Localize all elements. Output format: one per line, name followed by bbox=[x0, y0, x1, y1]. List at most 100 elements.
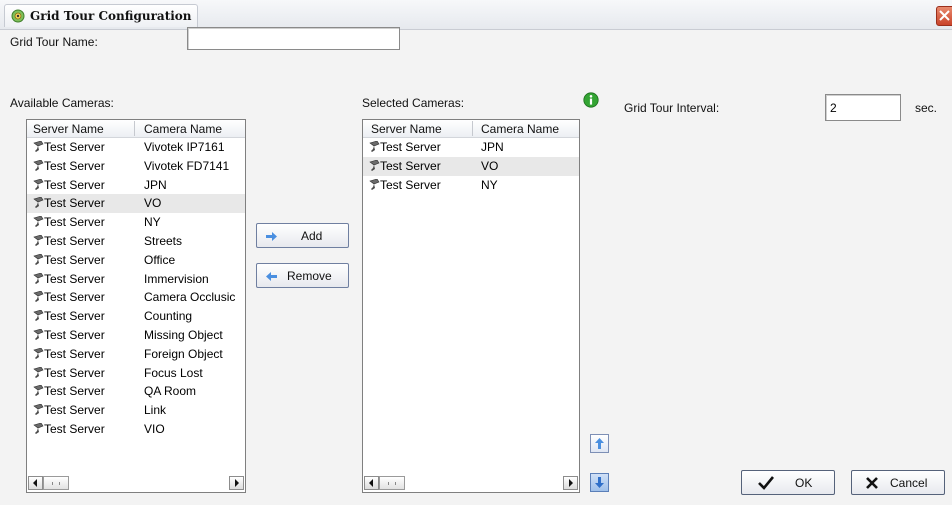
camera-icon bbox=[33, 159, 44, 171]
add-button[interactable]: Add bbox=[256, 223, 349, 248]
server-name-cell: Test Server bbox=[44, 233, 105, 248]
server-name-cell: Test Server bbox=[44, 384, 105, 399]
available-list-header: Server Name Camera Name bbox=[27, 120, 245, 138]
move-up-button[interactable] bbox=[590, 434, 609, 453]
camera-icon bbox=[33, 272, 44, 284]
list-item[interactable]: Test Server NY bbox=[27, 213, 245, 232]
camera-name-cell: Immervision bbox=[144, 271, 209, 286]
camera-name-cell: NY bbox=[144, 215, 161, 230]
grid-tour-name-input[interactable] bbox=[187, 27, 400, 50]
camera-name-cell: Focus Lost bbox=[144, 365, 203, 380]
server-name-cell: Test Server bbox=[44, 421, 105, 436]
scroll-left-button[interactable] bbox=[364, 476, 379, 490]
column-separator[interactable] bbox=[134, 121, 135, 136]
x-icon bbox=[866, 477, 878, 489]
column-header-camera-name[interactable]: Camera Name bbox=[481, 122, 559, 136]
list-item[interactable]: Test Server JPN bbox=[27, 176, 245, 195]
scroll-thumb[interactable] bbox=[379, 476, 405, 490]
camera-icon bbox=[369, 141, 380, 152]
camera-icon bbox=[33, 197, 44, 209]
list-item[interactable]: Test Server Vivotek FD7141 bbox=[27, 157, 245, 176]
camera-icon bbox=[33, 310, 44, 322]
scroll-right-button[interactable] bbox=[229, 476, 244, 490]
down-arrow-icon bbox=[595, 477, 604, 488]
list-item[interactable]: Test Server JPN bbox=[363, 138, 579, 157]
title-tab: Grid Tour Configuration bbox=[4, 4, 198, 27]
add-button-label: Add bbox=[301, 229, 323, 243]
up-arrow-icon bbox=[595, 438, 604, 449]
grid-tour-interval-input[interactable] bbox=[825, 94, 901, 121]
camera-icon bbox=[33, 178, 44, 190]
info-icon[interactable] bbox=[583, 92, 599, 108]
list-item[interactable]: Test Server Missing Object bbox=[27, 326, 245, 345]
server-name-cell: Test Server bbox=[44, 140, 105, 154]
scroll-left-button[interactable] bbox=[28, 476, 43, 490]
ok-button[interactable]: OK bbox=[741, 470, 835, 495]
server-name-cell: Test Server bbox=[44, 271, 105, 286]
move-down-button[interactable] bbox=[590, 473, 609, 492]
list-item[interactable]: Test Server QA Room bbox=[27, 382, 245, 401]
list-item[interactable]: Test Server Camera Occlusic bbox=[27, 288, 245, 307]
remove-button[interactable]: Remove bbox=[256, 263, 349, 288]
column-header-camera-name[interactable]: Camera Name bbox=[144, 122, 222, 136]
available-cameras-list[interactable]: Server Name Camera Name Test Server Vivot… bbox=[26, 119, 246, 493]
column-header-server-name[interactable]: Server Name bbox=[371, 122, 442, 136]
server-name-cell: Test Server bbox=[44, 196, 105, 211]
list-item[interactable]: Test Server Streets bbox=[27, 232, 245, 251]
list-item[interactable]: Test Server Immervision bbox=[27, 270, 245, 289]
camera-name-cell: Office bbox=[144, 252, 176, 267]
camera-app-icon bbox=[11, 9, 25, 23]
server-name-cell: Test Server bbox=[44, 215, 105, 230]
server-name-cell: Test Server bbox=[44, 309, 105, 324]
list-item[interactable]: Test Server Vivotek IP7161 bbox=[27, 138, 245, 157]
camera-icon bbox=[33, 385, 44, 397]
camera-name-cell: Streets bbox=[144, 233, 183, 248]
title-bar[interactable]: Grid Tour Configuration bbox=[0, 0, 952, 30]
cancel-button[interactable]: Cancel bbox=[851, 470, 945, 495]
right-arrow-icon bbox=[266, 232, 277, 241]
available-rows: Test Server Vivotek IP7161 Test Server Vivo… bbox=[27, 138, 245, 439]
camera-name-cell: Counting bbox=[144, 309, 193, 324]
list-item[interactable]: Test Server Link bbox=[27, 401, 245, 420]
grid-tour-dialog: Grid Tour Configuration Grid Tour Name: … bbox=[0, 0, 952, 505]
camera-icon bbox=[33, 366, 44, 378]
scroll-left-icon bbox=[369, 479, 373, 487]
grid-tour-interval-label: Grid Tour Interval: bbox=[624, 101, 720, 115]
camera-name-cell: VIO bbox=[144, 421, 165, 436]
column-separator[interactable] bbox=[472, 121, 473, 136]
server-name-cell: Test Server bbox=[44, 177, 105, 192]
list-item[interactable]: Test Server NY bbox=[363, 176, 579, 195]
grid-tour-name-label: Grid Tour Name: bbox=[10, 35, 98, 49]
camera-name-cell: Link bbox=[144, 403, 167, 418]
list-item[interactable]: Test Server Focus Lost bbox=[27, 364, 245, 383]
list-item[interactable]: Test Server VO bbox=[363, 156, 579, 176]
scroll-thumb[interactable] bbox=[43, 476, 69, 490]
camera-icon bbox=[33, 253, 44, 265]
camera-icon bbox=[33, 404, 44, 416]
list-item[interactable]: Test Server VIO bbox=[27, 420, 245, 439]
server-name-cell: Test Server bbox=[44, 346, 105, 361]
server-name-cell: Test Server bbox=[44, 158, 105, 173]
left-arrow-icon bbox=[266, 272, 277, 281]
list-item[interactable]: Test Server Office bbox=[27, 251, 245, 270]
server-name-cell: Test Server bbox=[380, 177, 441, 192]
close-button[interactable] bbox=[936, 6, 952, 26]
server-name-cell: Test Server bbox=[44, 327, 105, 342]
camera-name-cell: Vivotek IP7161 bbox=[144, 140, 225, 154]
list-item[interactable]: Test Server VO bbox=[27, 194, 245, 214]
scroll-right-button[interactable] bbox=[563, 476, 578, 490]
checkmark-icon bbox=[758, 476, 774, 490]
camera-name-cell: Foreign Object bbox=[144, 346, 223, 361]
ok-button-label: OK bbox=[795, 476, 813, 490]
list-item[interactable]: Test Server Foreign Object bbox=[27, 345, 245, 364]
interval-unit-label: sec. bbox=[915, 101, 938, 115]
selected-horizontal-scrollbar[interactable] bbox=[363, 475, 579, 492]
list-item[interactable]: Test Server Counting bbox=[27, 307, 245, 326]
selected-cameras-label: Selected Cameras: bbox=[362, 96, 465, 110]
available-horizontal-scrollbar[interactable] bbox=[27, 475, 245, 492]
selected-rows: Test Server JPN Test Server VO Test Server NY bbox=[363, 138, 579, 194]
selected-cameras-list[interactable]: Server Name Camera Name Test Server JPN Te… bbox=[362, 119, 580, 493]
server-name-cell: Test Server bbox=[44, 365, 105, 380]
column-header-server-name[interactable]: Server Name bbox=[33, 122, 104, 136]
camera-name-cell: QA Room bbox=[144, 384, 197, 399]
